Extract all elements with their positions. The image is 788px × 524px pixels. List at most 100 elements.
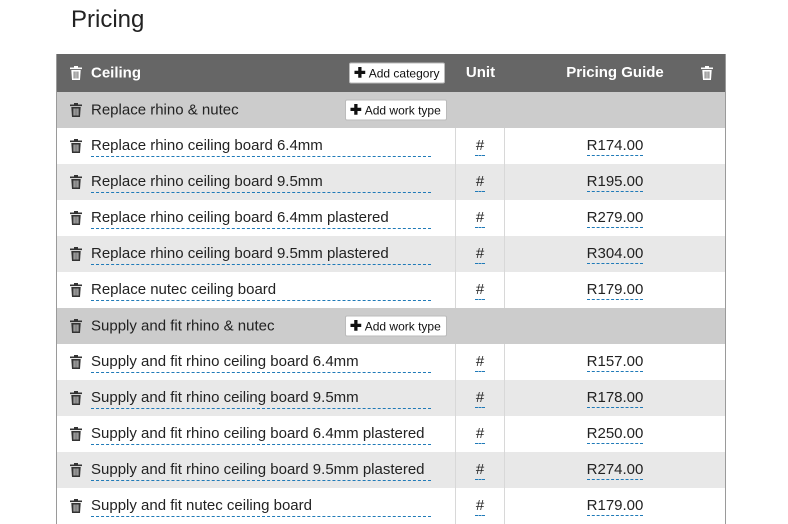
group-price-cell xyxy=(505,308,725,344)
price-field[interactable]: R157.00 xyxy=(586,353,644,372)
work-type-name-field[interactable]: Replace rhino ceiling board 9.5mm xyxy=(91,173,431,193)
delete-work-type-trash-icon[interactable] xyxy=(70,283,82,297)
price-field[interactable]: R304.00 xyxy=(586,245,644,264)
price-field[interactable]: R179.00 xyxy=(586,281,644,300)
plus-icon: ✚ xyxy=(350,317,362,334)
unit-field[interactable]: # xyxy=(474,497,486,516)
delete-group-trash-icon[interactable] xyxy=(70,103,82,117)
pricing-table: Ceiling ✚ Add category Unit Pricing Guide… xyxy=(56,54,726,524)
group-unit-cell xyxy=(456,308,505,344)
delete-work-type-trash-icon[interactable] xyxy=(70,139,82,153)
unit-cell: # xyxy=(456,380,505,416)
price-cell: R274.00 xyxy=(505,452,725,488)
plus-icon: ✚ xyxy=(354,64,366,81)
price-cell: R279.00 xyxy=(505,200,725,236)
table-row: Replace rhino ceiling board 9.5mm # R195.0… xyxy=(57,164,725,200)
unit-field[interactable]: # xyxy=(474,461,486,480)
work-type-name-field[interactable]: Supply and fit nutec ceiling board xyxy=(91,497,431,517)
table-row: Replace rhino ceiling board 6.4mm # R174.0… xyxy=(57,128,725,164)
delete-work-type-trash-icon[interactable] xyxy=(70,211,82,225)
price-field[interactable]: R279.00 xyxy=(586,209,644,228)
price-field[interactable]: R274.00 xyxy=(586,461,644,480)
add-category-label: Add category xyxy=(368,66,440,81)
unit-field[interactable]: # xyxy=(474,209,486,228)
table-row: Replace rhino ceiling board 9.5mm plaste… xyxy=(57,236,725,272)
unit-field[interactable]: # xyxy=(474,353,486,372)
unit-field[interactable]: # xyxy=(474,245,486,264)
work-type-cell: Replace nutec ceiling board xyxy=(57,272,456,308)
work-type-name-field[interactable]: Supply and fit rhino ceiling board 6.4mm… xyxy=(91,425,431,445)
category-name[interactable]: Ceiling xyxy=(91,65,141,82)
work-type-name-field[interactable]: Replace rhino ceiling board 6.4mm xyxy=(91,137,431,157)
price-cell: R157.00 xyxy=(505,344,725,380)
price-field[interactable]: R178.00 xyxy=(586,389,644,408)
add-work-type-button[interactable]: ✚ Add work type xyxy=(345,99,447,121)
table-row: Supply and fit rhino ceiling board 9.5mm… xyxy=(57,452,725,488)
price-field[interactable]: R195.00 xyxy=(586,173,644,192)
groups-container: Replace rhino & nutec ✚ Add work type Repl… xyxy=(57,92,725,524)
delete-category-trash-icon[interactable] xyxy=(70,66,82,80)
pricing-guide-header-label: Pricing Guide xyxy=(566,64,664,81)
price-field[interactable]: R250.00 xyxy=(586,425,644,444)
work-type-cell: Supply and fit rhino ceiling board 6.4mm xyxy=(57,344,456,380)
add-work-type-label: Add work type xyxy=(364,319,441,334)
work-type-name-field[interactable]: Supply and fit rhino ceiling board 9.5mm xyxy=(91,389,431,409)
work-type-name-field[interactable]: Supply and fit rhino ceiling board 9.5mm… xyxy=(91,461,431,481)
unit-cell: # xyxy=(456,272,505,308)
price-cell: R179.00 xyxy=(505,272,725,308)
delete-group-trash-icon[interactable] xyxy=(70,319,82,333)
unit-cell: # xyxy=(456,164,505,200)
price-cell: R179.00 xyxy=(505,488,725,524)
unit-field[interactable]: # xyxy=(474,281,486,300)
work-type-cell: Replace rhino ceiling board 9.5mm plaste… xyxy=(57,236,456,272)
unit-cell: # xyxy=(456,128,505,164)
work-group-cell: Supply and fit rhino & nutec ✚ Add work ty… xyxy=(57,308,456,344)
work-type-cell: Supply and fit nutec ceiling board xyxy=(57,488,456,524)
work-type-name-field[interactable]: Replace nutec ceiling board xyxy=(91,281,431,301)
work-type-cell: Supply and fit rhino ceiling board 9.5mm… xyxy=(57,452,456,488)
work-type-name-field[interactable]: Replace rhino ceiling board 9.5mm plaste… xyxy=(91,245,431,265)
work-type-name-field[interactable]: Supply and fit rhino ceiling board 6.4mm xyxy=(91,353,431,373)
price-field[interactable]: R179.00 xyxy=(586,497,644,516)
price-cell: R174.00 xyxy=(505,128,725,164)
unit-cell: # xyxy=(456,488,505,524)
unit-cell: # xyxy=(456,344,505,380)
work-type-cell: Supply and fit rhino ceiling board 9.5mm xyxy=(57,380,456,416)
table-row: Replace nutec ceiling board # R179.00 xyxy=(57,272,725,308)
delete-work-type-trash-icon[interactable] xyxy=(70,175,82,189)
unit-field[interactable]: # xyxy=(474,389,486,408)
unit-field[interactable]: # xyxy=(474,173,486,192)
unit-field[interactable]: # xyxy=(474,137,486,156)
work-group-row: Supply and fit rhino & nutec ✚ Add work ty… xyxy=(57,308,725,344)
work-type-cell: Replace rhino ceiling board 6.4mm plaste… xyxy=(57,200,456,236)
work-group-cell: Replace rhino & nutec ✚ Add work type xyxy=(57,92,456,128)
unit-cell: # xyxy=(456,200,505,236)
page-title: Pricing xyxy=(71,6,145,33)
work-group-name[interactable]: Supply and fit rhino & nutec xyxy=(91,318,274,335)
work-type-cell: Replace rhino ceiling board 9.5mm xyxy=(57,164,456,200)
table-row: Replace rhino ceiling board 6.4mm plaste… xyxy=(57,200,725,236)
add-work-type-label: Add work type xyxy=(364,103,441,118)
delete-work-type-trash-icon[interactable] xyxy=(70,427,82,441)
delete-work-type-trash-icon[interactable] xyxy=(70,499,82,513)
pricing-guide-column-header: Pricing Guide xyxy=(505,54,725,92)
price-cell: R195.00 xyxy=(505,164,725,200)
delete-work-type-trash-icon[interactable] xyxy=(70,355,82,369)
unit-header-label: Unit xyxy=(465,64,496,81)
plus-icon: ✚ xyxy=(350,101,362,118)
work-group-name[interactable]: Replace rhino & nutec xyxy=(91,102,239,119)
table-row: Supply and fit rhino ceiling board 6.4mm… xyxy=(57,416,725,452)
delete-work-type-trash-icon[interactable] xyxy=(70,247,82,261)
unit-field[interactable]: # xyxy=(474,425,486,444)
delete-work-type-trash-icon[interactable] xyxy=(70,391,82,405)
add-work-type-button[interactable]: ✚ Add work type xyxy=(345,315,447,337)
price-field[interactable]: R174.00 xyxy=(586,137,644,156)
add-category-button[interactable]: ✚ Add category xyxy=(349,62,446,84)
work-type-cell: Supply and fit rhino ceiling board 6.4mm… xyxy=(57,416,456,452)
work-group-row: Replace rhino & nutec ✚ Add work type xyxy=(57,92,725,128)
table-row: Supply and fit nutec ceiling board # R179.… xyxy=(57,488,725,524)
unit-cell: # xyxy=(456,416,505,452)
delete-column-trash-icon[interactable] xyxy=(701,66,713,80)
delete-work-type-trash-icon[interactable] xyxy=(70,463,82,477)
work-type-name-field[interactable]: Replace rhino ceiling board 6.4mm plaste… xyxy=(91,209,431,229)
